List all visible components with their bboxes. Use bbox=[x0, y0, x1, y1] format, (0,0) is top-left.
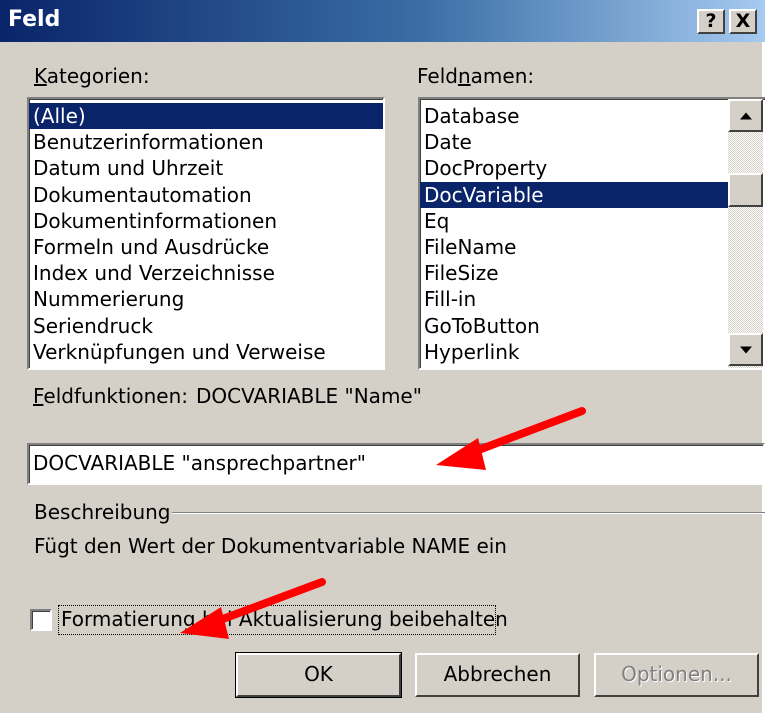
feldnamen-item[interactable]: FileName bbox=[420, 234, 728, 260]
scroll-down-button[interactable] bbox=[728, 333, 763, 366]
kategorien-mnemonic: K bbox=[34, 64, 47, 88]
kategorien-item[interactable]: (Alle) bbox=[29, 103, 383, 130]
help-button[interactable]: ? bbox=[697, 9, 725, 34]
options-button[interactable]: Optionen... bbox=[594, 653, 759, 697]
kategorien-item[interactable]: Index und Verzeichnisse bbox=[29, 260, 383, 286]
feldnamen-item[interactable]: DocVariable bbox=[420, 181, 728, 208]
feldnamen-label: Feldnamen: bbox=[417, 64, 534, 88]
kategorien-item[interactable]: Benutzerinformationen bbox=[29, 129, 383, 155]
scroll-thumb[interactable] bbox=[728, 173, 763, 207]
close-button[interactable]: X bbox=[729, 9, 757, 34]
feldnamen-list: Database Date DocProperty DocVariable Eq File… bbox=[420, 99, 728, 365]
feldnamen-scrollbar[interactable] bbox=[728, 99, 763, 368]
arrow-down-icon bbox=[739, 346, 752, 353]
kategorien-item[interactable]: Nummerierung bbox=[29, 286, 383, 312]
beschreibung-divider bbox=[172, 512, 765, 514]
feldfunktionen-input[interactable]: DOCVARIABLE "ansprechpartner" bbox=[27, 443, 765, 485]
scroll-up-button[interactable] bbox=[728, 99, 763, 132]
feldnamen-listbox[interactable]: Database Date DocProperty DocVariable Eq File… bbox=[418, 97, 765, 370]
feldnamen-label-start: Feld bbox=[417, 64, 458, 88]
beschreibung-label: Beschreibung bbox=[34, 500, 171, 524]
feldnamen-item[interactable]: FileSize bbox=[420, 260, 728, 286]
feldnamen-item[interactable]: Hyperlink bbox=[420, 339, 728, 365]
feldnamen-mnemonic: n bbox=[457, 64, 471, 88]
feldfunktionen-syntax: DOCVARIABLE "Name" bbox=[196, 384, 422, 408]
kategorien-item[interactable]: Formeln und Ausdrücke bbox=[29, 234, 383, 260]
kategorien-label: Kategorien: bbox=[34, 64, 150, 88]
kategorien-item[interactable]: Verknüpfungen und Verweise bbox=[29, 339, 383, 365]
feldnamen-item[interactable]: Eq bbox=[420, 208, 728, 234]
feldfunktionen-label: Feldfunktionen: bbox=[33, 384, 188, 408]
feldnamen-item[interactable]: DocProperty bbox=[420, 155, 728, 181]
feldfunktionen-mnemonic: F bbox=[33, 384, 44, 408]
kategorien-item[interactable]: Datum und Uhrzeit bbox=[29, 155, 383, 181]
kategorien-item[interactable]: Dokumentautomation bbox=[29, 182, 383, 208]
beschreibung-text: Fügt den Wert der Dokumentvariable NAME … bbox=[34, 534, 507, 558]
feldnamen-label-rest: amen: bbox=[470, 64, 535, 88]
kategorien-label-rest: ategorien: bbox=[46, 64, 150, 88]
feldnamen-item[interactable]: Fill-in bbox=[420, 286, 728, 312]
feldnamen-item[interactable]: Date bbox=[420, 129, 728, 155]
title-bar[interactable]: Feld ? X bbox=[0, 0, 765, 42]
arrow-up-icon bbox=[739, 112, 752, 119]
formatierung-checkbox[interactable] bbox=[30, 609, 52, 631]
kategorien-item[interactable]: Seriendruck bbox=[29, 313, 383, 339]
ok-button[interactable]: OK bbox=[235, 652, 402, 698]
kategorien-list: (Alle) Benutzerinformationen Datum und Uhr… bbox=[29, 99, 383, 365]
feldnamen-item[interactable]: GoToButton bbox=[420, 313, 728, 339]
window-title: Feld bbox=[8, 7, 61, 32]
feldnamen-item[interactable]: Database bbox=[420, 103, 728, 129]
feldfunktionen-label-rest: eldfunktionen: bbox=[43, 384, 188, 408]
feld-dialog: Feld ? X Kategorien: (Alle) Benutzerinfor… bbox=[0, 0, 765, 713]
cancel-button[interactable]: Abbrechen bbox=[415, 653, 580, 697]
formatierung-label[interactable]: Formatierung bei Aktualisierung beibehal… bbox=[61, 607, 508, 631]
kategorien-listbox[interactable]: (Alle) Benutzerinformationen Datum und Uhr… bbox=[27, 97, 385, 370]
kategorien-item[interactable]: Dokumentinformationen bbox=[29, 208, 383, 234]
